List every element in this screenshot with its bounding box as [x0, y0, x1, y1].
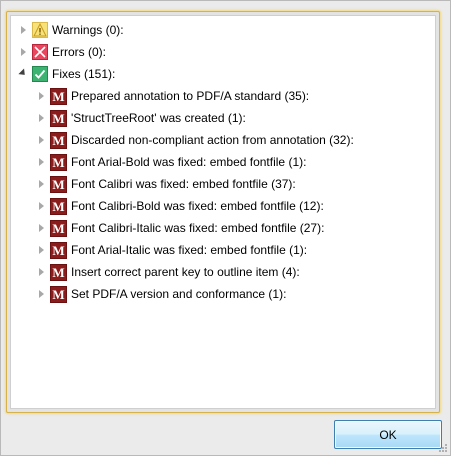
fix-item[interactable]: M Font Arial-Bold was fixed: embed fontf…: [36, 152, 306, 172]
fix-item[interactable]: M Set PDF/A version and conformance (1):: [36, 284, 286, 304]
fix-item-icon: M: [50, 175, 67, 193]
expand-arrow-icon[interactable]: [18, 47, 28, 57]
fix-item-label: Font Calibri was fixed: embed fontfile (…: [71, 177, 296, 191]
tree-node-label: Fixes (151):: [52, 67, 116, 81]
fix-item-label: Font Arial-Bold was fixed: embed fontfil…: [71, 155, 307, 169]
expand-arrow-icon[interactable]: [36, 201, 46, 211]
expand-arrow-icon[interactable]: [36, 223, 46, 233]
ok-button[interactable]: OK: [334, 420, 442, 449]
error-icon: [32, 44, 48, 60]
fix-item-icon: M: [50, 131, 67, 149]
fix-item-label: Insert correct parent key to outline ite…: [71, 265, 300, 279]
warning-icon: [32, 22, 48, 38]
fix-item-icon: M: [50, 263, 67, 281]
fix-item-label: Prepared annotation to PDF/A standard (3…: [71, 89, 310, 103]
expand-arrow-icon[interactable]: [36, 289, 46, 299]
fix-item-icon: M: [50, 109, 67, 127]
fix-item[interactable]: M Font Calibri-Bold was fixed: embed fon…: [36, 196, 324, 216]
fix-item-label: Font Calibri-Italic was fixed: embed fon…: [71, 221, 325, 235]
tree-node-errors[interactable]: Errors (0):: [18, 42, 106, 62]
tree-node-fixes[interactable]: Fixes (151):: [18, 64, 115, 84]
fix-item-icon: M: [50, 197, 67, 215]
results-panel: Warnings (0): Errors (0): Fixes (151): M…: [6, 11, 440, 413]
expand-arrow-icon[interactable]: [36, 113, 46, 123]
tree-node-label: Errors (0):: [52, 45, 106, 59]
collapse-arrow-icon[interactable]: [18, 67, 28, 79]
fix-item-label: 'StructTreeRoot' was created (1):: [71, 111, 246, 125]
fix-item-icon: M: [50, 153, 67, 171]
fix-item-label: Font Arial-Italic was fixed: embed fontf…: [71, 243, 308, 257]
expand-arrow-icon[interactable]: [36, 245, 46, 255]
results-tree[interactable]: Warnings (0): Errors (0): Fixes (151): M…: [10, 15, 436, 409]
fix-item-label: Set PDF/A version and conformance (1):: [71, 287, 287, 301]
expand-arrow-icon[interactable]: [18, 25, 28, 35]
fix-item[interactable]: M Prepared annotation to PDF/A standard …: [36, 86, 309, 106]
expand-arrow-icon[interactable]: [36, 91, 46, 101]
tree-node-warnings[interactable]: Warnings (0):: [18, 20, 124, 40]
fix-item-icon: M: [50, 219, 67, 237]
fix-item-icon: M: [50, 241, 67, 259]
expand-arrow-icon[interactable]: [36, 267, 46, 277]
expand-arrow-icon[interactable]: [36, 135, 46, 145]
fix-item-label: Font Calibri-Bold was fixed: embed fontf…: [71, 199, 324, 213]
expand-arrow-icon[interactable]: [36, 179, 46, 189]
fix-item[interactable]: M Font Arial-Italic was fixed: embed fon…: [36, 240, 307, 260]
fix-item[interactable]: M Discarded non-compliant action from an…: [36, 130, 354, 150]
fix-item[interactable]: M 'StructTreeRoot' was created (1):: [36, 108, 246, 128]
fix-item[interactable]: M Insert correct parent key to outline i…: [36, 262, 300, 282]
fix-item-icon: M: [50, 285, 67, 303]
fix-item[interactable]: M Font Calibri-Italic was fixed: embed f…: [36, 218, 324, 238]
checkmark-icon: [32, 66, 48, 82]
fix-item-icon: M: [50, 87, 67, 105]
tree-node-label: Warnings (0):: [52, 23, 124, 37]
fix-item-label: Discarded non-compliant action from anno…: [71, 133, 354, 147]
fix-item[interactable]: M Font Calibri was fixed: embed fontfile…: [36, 174, 296, 194]
expand-arrow-icon[interactable]: [36, 157, 46, 167]
resize-grip-icon[interactable]: [438, 443, 448, 453]
dialog-window: Warnings (0): Errors (0): Fixes (151): M…: [0, 0, 451, 456]
